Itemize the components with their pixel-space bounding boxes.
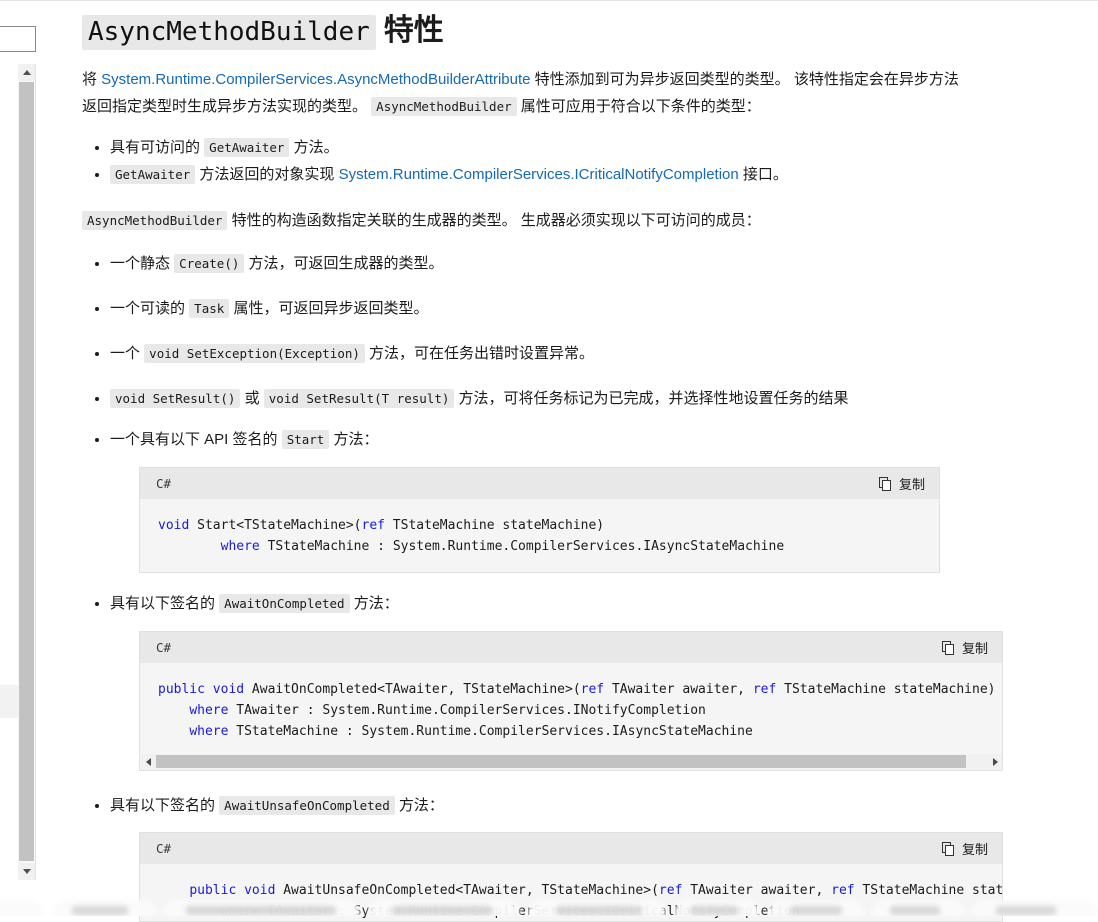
mem5-post: 方法： <box>349 595 399 612</box>
page-title-text: 特性 <box>383 14 444 47</box>
cond1-post: 接口。 <box>738 166 788 183</box>
mem6-post: 方法： <box>394 797 444 814</box>
mem3-mid: 或 <box>240 390 264 407</box>
code-block-body: void Start<TStateMachine>(ref TStateMach… <box>158 518 785 554</box>
inline-code-asyncmethodbuilder: AsyncMethodBuilder <box>371 97 517 116</box>
code-block-awaitoncompleted: C# 复制 public void AwaitOnCompleted<TAwai… <box>139 631 1003 771</box>
inline-code-awaitoncompleted: AwaitOnCompleted <box>219 594 350 613</box>
link-icriticalnotifycompletion[interactable]: System.Runtime.CompilerServices.ICritica… <box>339 166 739 183</box>
members-list: 一个静态 Create() 方法，可返回生成器的类型。 一个可读的 Task 属… <box>82 250 962 412</box>
chevron-right-icon <box>993 757 998 766</box>
conditions-list: 具有可访问的 GetAwaiter 方法。 GetAwaiter 方法返回的对象… <box>82 134 962 188</box>
list-item: 一个 void SetException(Exception) 方法，可在任务出… <box>110 340 962 367</box>
mem2-pre: 一个 <box>110 345 145 362</box>
scrollbar-thumb[interactable] <box>19 82 34 861</box>
taskbar-pill <box>0 900 44 916</box>
members-list-block: 一个静态 Create() 方法，可返回生成器的类型。 一个可读的 Task 属… <box>82 250 962 430</box>
list-item: 一个静态 Create() 方法，可返回生成器的类型。 <box>110 250 962 277</box>
code-language-label: C# <box>156 841 172 856</box>
mem5-pre: 具有以下签名的 <box>110 595 220 612</box>
hscroll-right-button[interactable] <box>988 754 1002 769</box>
members-intro-text: 特性的构造函数指定关联的生成器的类型。 生成器必须实现以下可访问的成员： <box>227 212 761 229</box>
copy-icon <box>941 841 954 856</box>
conditions-list-block: 具有可访问的 GetAwaiter 方法。 GetAwaiter 方法返回的对象… <box>82 134 962 188</box>
cond0-post: 方法。 <box>289 139 339 156</box>
copy-icon <box>878 476 891 491</box>
list-item: 一个具有以下 API 签名的 Start 方法： <box>110 426 962 453</box>
mem0-pre: 一个静态 <box>110 255 175 272</box>
inline-code-setexception: void SetException(Exception) <box>144 344 365 363</box>
intro-text-c: 属性可应用于符合以下条件的类型： <box>516 98 761 115</box>
inline-code-start: Start <box>281 430 330 449</box>
list-item: 具有以下签名的 AwaitUnsafeOnCompleted 方法： <box>110 792 962 819</box>
inline-code-awaitunsafeoncompleted: AwaitUnsafeOnCompleted <box>219 796 395 815</box>
intro-text-a: 将 <box>82 71 102 88</box>
chevron-down-icon <box>22 869 31 874</box>
awaitoncompleted-bullet-list: 具有以下签名的 AwaitOnCompleted 方法： <box>82 590 962 617</box>
copy-label: 复制 <box>898 477 925 492</box>
start-bullet-list: 一个具有以下 API 签名的 Start 方法： <box>82 426 962 453</box>
article-content: AsyncMethodBuilder 特性 将 System.Runtime.Co… <box>82 0 1098 922</box>
code-block-body: public void AwaitUnsafeOnCompleted<TAwai… <box>189 883 1002 919</box>
code-horizontal-scrollbar[interactable] <box>141 754 1002 769</box>
inline-code-task: Task <box>189 299 230 318</box>
link-asyncmethodbuilderattribute[interactable]: System.Runtime.CompilerServices.AsyncMet… <box>101 71 530 88</box>
hscroll-left-button[interactable] <box>141 754 156 769</box>
chevron-up-icon <box>22 70 31 75</box>
awaitunsafeoncompleted-bullet-block: 具有以下签名的 AwaitUnsafeOnCompleted 方法： <box>82 792 962 819</box>
code-language-label: C# <box>156 476 172 491</box>
mem4-pre: 一个具有以下 API 签名的 <box>110 431 282 448</box>
code-block-header: C# 复制 <box>140 468 939 499</box>
partial-panel-box <box>0 26 36 52</box>
chevron-left-icon <box>146 757 151 766</box>
code-block-header: C# 复制 <box>140 833 1002 864</box>
inline-code-getawaiter-2: GetAwaiter <box>110 165 196 184</box>
awaitunsafeoncompleted-bullet-list: 具有以下签名的 AwaitUnsafeOnCompleted 方法： <box>82 792 962 819</box>
inline-code-create: Create() <box>174 254 245 273</box>
page-vertical-scrollbar[interactable] <box>18 64 36 880</box>
list-item: 具有以下签名的 AwaitOnCompleted 方法： <box>110 590 962 617</box>
mem0-post: 方法，可返回生成器的类型。 <box>244 255 444 272</box>
partial-gray-panel <box>0 685 19 718</box>
members-intro-block: AsyncMethodBuilder 特性的构造函数指定关联的生成器的类型。 生… <box>82 207 962 234</box>
page-title-code: AsyncMethodBuilder <box>82 15 376 50</box>
copy-button[interactable]: 复制 <box>878 474 925 493</box>
awaitoncompleted-bullet-block: 具有以下签名的 AwaitOnCompleted 方法： <box>82 590 962 617</box>
copy-button[interactable]: 复制 <box>941 839 988 858</box>
copy-label: 复制 <box>961 641 988 656</box>
copy-label: 复制 <box>961 842 988 857</box>
copy-button[interactable]: 复制 <box>941 638 988 657</box>
mem1-pre: 一个可读的 <box>110 300 190 317</box>
code-block-awaitunsafeoncompleted: C# 复制 public void AwaitUnsafeOnCompleted… <box>139 832 1003 922</box>
copy-icon <box>941 640 954 655</box>
scroll-up-button[interactable] <box>18 64 35 81</box>
inline-code-getawaiter: GetAwaiter <box>204 138 290 157</box>
page-title: AsyncMethodBuilder 特性 <box>82 12 444 51</box>
mem1-post: 属性，可返回异步返回类型。 <box>229 300 429 317</box>
intro-paragraph-block: 将 System.Runtime.CompilerServices.AsyncM… <box>82 66 962 120</box>
code-language-label: C# <box>156 640 172 655</box>
cond0-pre: 具有可访问的 <box>110 139 205 156</box>
scroll-down-button[interactable] <box>18 863 35 880</box>
list-item: void SetResult() 或 void SetResult(T resu… <box>110 385 962 412</box>
code-block-body: public void AwaitOnCompleted<TAwaiter, T… <box>158 682 996 739</box>
code-block-start: C# 复制 void Start<TStateMachine>(ref TSta… <box>139 467 940 573</box>
inline-code-setresult-t: void SetResult(T result) <box>263 389 455 408</box>
members-intro-paragraph: AsyncMethodBuilder 特性的构造函数指定关联的生成器的类型。 生… <box>82 207 962 234</box>
inline-code-setresult: void SetResult() <box>110 389 241 408</box>
cond1-mid: 方法返回的对象实现 <box>195 166 339 183</box>
mem3-post: 方法，可将任务标记为已完成，并选择性地设置任务的结果 <box>454 390 849 407</box>
list-item: 一个可读的 Task 属性，可返回异步返回类型。 <box>110 295 962 322</box>
start-bullet-block: 一个具有以下 API 签名的 Start 方法： <box>82 426 962 453</box>
list-item: GetAwaiter 方法返回的对象实现 System.Runtime.Comp… <box>110 161 962 188</box>
hscroll-thumb[interactable] <box>156 755 966 768</box>
code-block-header: C# 复制 <box>140 632 1002 663</box>
inline-code-asyncmethodbuilder-2: AsyncMethodBuilder <box>82 211 228 230</box>
mem4-post: 方法： <box>329 431 379 448</box>
list-item: 具有可访问的 GetAwaiter 方法。 <box>110 134 962 161</box>
intro-paragraph: 将 System.Runtime.CompilerServices.AsyncM… <box>82 66 962 120</box>
mem2-post: 方法，可在任务出错时设置异常。 <box>364 345 595 362</box>
mem6-pre: 具有以下签名的 <box>110 797 220 814</box>
